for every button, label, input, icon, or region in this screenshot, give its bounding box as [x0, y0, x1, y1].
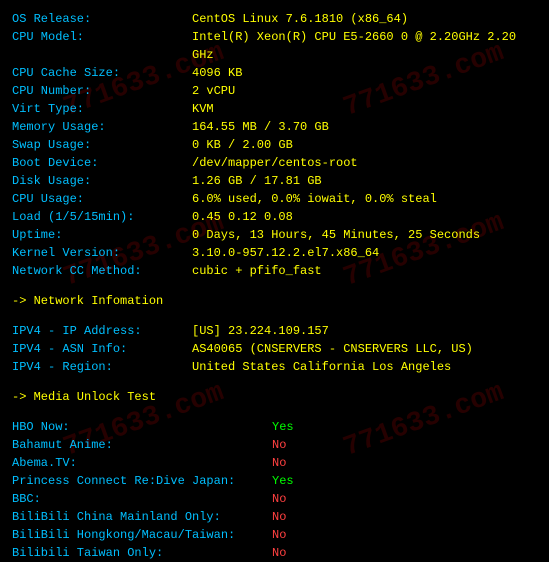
label-bili-hk: BiliBili Hongkong/Macau/Taiwan:: [12, 526, 272, 544]
value-bili-cn: No: [272, 508, 286, 526]
label-os-release: OS Release:: [12, 10, 192, 28]
section-network-info: -> Network Infomation: [12, 292, 537, 310]
row-swap-usage: Swap Usage: 0 KB / 2.00 GB: [12, 136, 537, 154]
value-os-release: CentOS Linux 7.6.1810 (x86_64): [192, 10, 408, 28]
row-ipv4-ip: IPV4 - IP Address: [US] 23.224.109.157: [12, 322, 537, 340]
label-ipv4-asn: IPV4 - ASN Info:: [12, 340, 192, 358]
row-hbo: HBO Now: Yes: [12, 418, 537, 436]
label-bili-tw: Bilibili Taiwan Only:: [12, 544, 272, 562]
label-cpu-number: CPU Number:: [12, 82, 192, 100]
value-bahamut: No: [272, 436, 286, 454]
label-cpu-cache: CPU Cache Size:: [12, 64, 192, 82]
row-load: Load (1/5/15min): 0.45 0.12 0.08: [12, 208, 537, 226]
label-kernel: Kernel Version:: [12, 244, 192, 262]
value-cpu-cache: 4096 KB: [192, 64, 242, 82]
value-cpu-usage: 6.0% used, 0.0% iowait, 0.0% steal: [192, 190, 437, 208]
label-uptime: Uptime:: [12, 226, 192, 244]
label-memory-usage: Memory Usage:: [12, 118, 192, 136]
value-ipv4-asn: AS40065 (CNSERVERS - CNSERVERS LLC, US): [192, 340, 473, 358]
value-bili-tw: No: [272, 544, 286, 562]
label-ipv4-region: IPV4 - Region:: [12, 358, 192, 376]
label-load: Load (1/5/15min):: [12, 208, 192, 226]
label-swap-usage: Swap Usage:: [12, 136, 192, 154]
row-disk-usage: Disk Usage: 1.26 GB / 17.81 GB: [12, 172, 537, 190]
value-cpu-model: Intel(R) Xeon(R) CPU E5-2660 0 @ 2.20GHz…: [192, 28, 537, 64]
row-bbc: BBC: No: [12, 490, 537, 508]
value-memory-usage: 164.55 MB / 3.70 GB: [192, 118, 329, 136]
row-abema: Abema.TV: No: [12, 454, 537, 472]
label-disk-usage: Disk Usage:: [12, 172, 192, 190]
value-ipv4-ip: [US] 23.224.109.157: [192, 322, 329, 340]
row-princess: Princess Connect Re:Dive Japan: Yes: [12, 472, 537, 490]
label-boot-device: Boot Device:: [12, 154, 192, 172]
value-abema: No: [272, 454, 286, 472]
value-virt-type: KVM: [192, 100, 214, 118]
value-kernel: 3.10.0-957.12.2.el7.x86_64: [192, 244, 379, 262]
label-ipv4-ip: IPV4 - IP Address:: [12, 322, 192, 340]
label-cpu-usage: CPU Usage:: [12, 190, 192, 208]
value-boot-device: /dev/mapper/centos-root: [192, 154, 358, 172]
label-bbc: BBC:: [12, 490, 272, 508]
section-media-unlock: -> Media Unlock Test: [12, 388, 537, 406]
row-cc-method: Network CC Method: cubic + pfifo_fast: [12, 262, 537, 280]
value-disk-usage: 1.26 GB / 17.81 GB: [192, 172, 322, 190]
label-bahamut: Bahamut Anime:: [12, 436, 272, 454]
row-bili-cn: BiliBili China Mainland Only: No: [12, 508, 537, 526]
value-hbo: Yes: [272, 418, 294, 436]
row-bahamut: Bahamut Anime: No: [12, 436, 537, 454]
value-load: 0.45 0.12 0.08: [192, 208, 293, 226]
row-bili-tw: Bilibili Taiwan Only: No: [12, 544, 537, 562]
row-memory-usage: Memory Usage: 164.55 MB / 3.70 GB: [12, 118, 537, 136]
row-os-release: OS Release: CentOS Linux 7.6.1810 (x86_6…: [12, 10, 537, 28]
value-swap-usage: 0 KB / 2.00 GB: [192, 136, 293, 154]
label-virt-type: Virt Type:: [12, 100, 192, 118]
label-abema: Abema.TV:: [12, 454, 272, 472]
row-uptime: Uptime: 0 Days, 13 Hours, 45 Minutes, 25…: [12, 226, 537, 244]
row-virt-type: Virt Type: KVM: [12, 100, 537, 118]
row-boot-device: Boot Device: /dev/mapper/centos-root: [12, 154, 537, 172]
row-cpu-cache: CPU Cache Size: 4096 KB: [12, 64, 537, 82]
label-cc-method: Network CC Method:: [12, 262, 192, 280]
value-bbc: No: [272, 490, 286, 508]
row-cpu-usage: CPU Usage: 6.0% used, 0.0% iowait, 0.0% …: [12, 190, 537, 208]
row-kernel: Kernel Version: 3.10.0-957.12.2.el7.x86_…: [12, 244, 537, 262]
value-cc-method: cubic + pfifo_fast: [192, 262, 322, 280]
row-ipv4-region: IPV4 - Region: United States California …: [12, 358, 537, 376]
value-ipv4-region: United States California Los Angeles: [192, 358, 451, 376]
label-cpu-model: CPU Model:: [12, 28, 192, 64]
label-hbo: HBO Now:: [12, 418, 272, 436]
row-bili-hk: BiliBili Hongkong/Macau/Taiwan: No: [12, 526, 537, 544]
value-princess: Yes: [272, 472, 294, 490]
value-uptime: 0 Days, 13 Hours, 45 Minutes, 25 Seconds: [192, 226, 480, 244]
value-cpu-number: 2 vCPU: [192, 82, 235, 100]
row-cpu-model: CPU Model: Intel(R) Xeon(R) CPU E5-2660 …: [12, 28, 537, 64]
row-ipv4-asn: IPV4 - ASN Info: AS40065 (CNSERVERS - CN…: [12, 340, 537, 358]
value-bili-hk: No: [272, 526, 286, 544]
label-bili-cn: BiliBili China Mainland Only:: [12, 508, 272, 526]
label-princess: Princess Connect Re:Dive Japan:: [12, 472, 272, 490]
row-cpu-number: CPU Number: 2 vCPU: [12, 82, 537, 100]
